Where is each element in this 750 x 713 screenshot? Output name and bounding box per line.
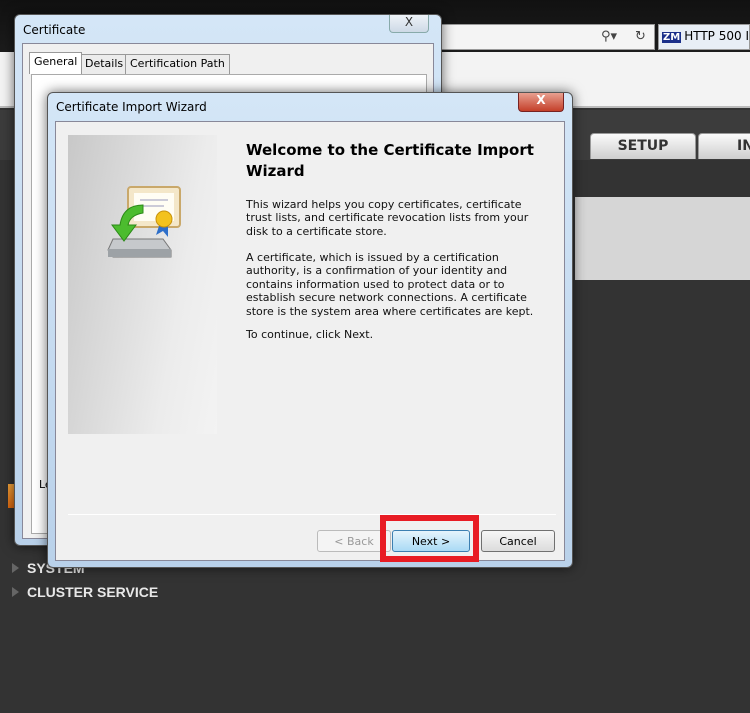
tab-setup[interactable]: SETUP bbox=[590, 133, 696, 159]
wizard-heading: Welcome to the Certificate Import Wizard bbox=[246, 141, 534, 180]
search-icon[interactable]: ⚲▾ bbox=[601, 29, 617, 44]
certificate-import-icon bbox=[107, 186, 181, 258]
expand-icon bbox=[12, 587, 19, 597]
close-button[interactable]: X bbox=[389, 15, 429, 33]
description-text: A certificate, which is issued by a cert… bbox=[246, 251, 534, 318]
wizard-title: Certificate Import Wizard bbox=[56, 100, 207, 114]
wizard-banner bbox=[68, 135, 217, 434]
intro-text: This wizard helps you copy certificates,… bbox=[246, 198, 529, 238]
address-bar[interactable]: ⚲▾ ↻ bbox=[440, 24, 655, 50]
instruction-text: To continue, click Next. bbox=[246, 328, 374, 341]
tab-general[interactable]: General bbox=[29, 52, 83, 74]
browser-tab[interactable]: ZMHTTP 500 Int bbox=[658, 24, 750, 50]
expand-icon bbox=[12, 563, 19, 573]
tab-title: HTTP 500 Int bbox=[684, 29, 749, 43]
nav-cluster-service[interactable]: CLUSTER SERVICE bbox=[12, 584, 158, 600]
tab-in[interactable]: IN bbox=[698, 133, 750, 159]
import-wizard-dialog: Certificate Import Wizard X Welcome to t… bbox=[47, 92, 573, 568]
divider bbox=[68, 514, 556, 515]
refresh-icon[interactable]: ↻ bbox=[635, 29, 646, 44]
tab-certification-path[interactable]: Certification Path bbox=[125, 54, 230, 74]
close-button[interactable]: X bbox=[518, 93, 564, 112]
dialog-title: Certificate bbox=[23, 23, 86, 37]
zm-logo: ZM bbox=[662, 32, 682, 43]
content-panel bbox=[575, 197, 750, 280]
cancel-button[interactable]: Cancel bbox=[481, 530, 555, 552]
highlight-box bbox=[380, 515, 479, 562]
tab-details[interactable]: Details bbox=[80, 54, 129, 74]
